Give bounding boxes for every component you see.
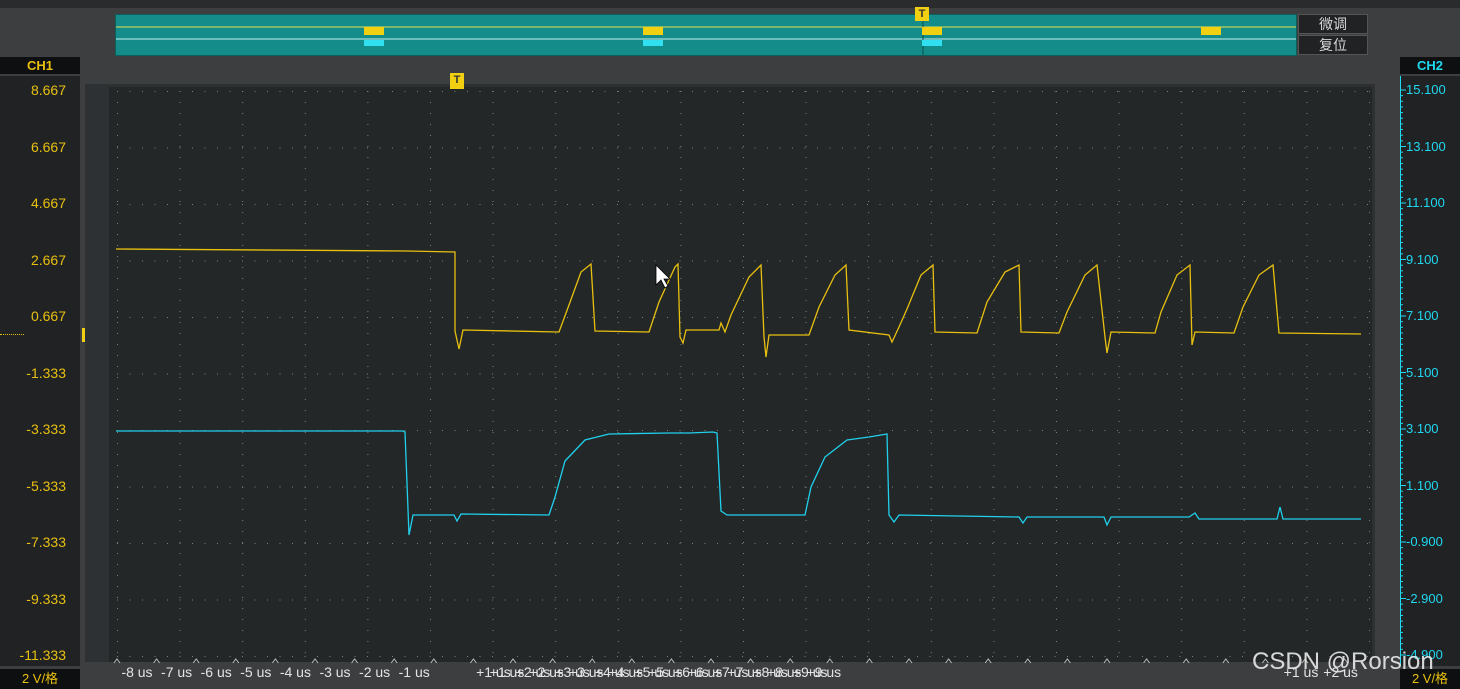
ch1-tick-label: -5.333 — [26, 477, 66, 494]
time-tick-label: +8 us — [766, 664, 802, 680]
waveform-display[interactable] — [109, 87, 1372, 662]
ch1-tick-label: -3.333 — [26, 421, 66, 437]
ch1-tick-label: -11.333 — [19, 647, 66, 663]
time-tick-label: -1 us — [398, 664, 430, 680]
ch1-tick-label: -9.333 — [26, 590, 66, 607]
ch1-tick-label: -1.333 — [26, 364, 66, 381]
top-toolbar — [0, 0, 1460, 8]
ch1-tick-label: 8.667 — [30, 82, 66, 98]
ch2-tick-label: 13.100 — [1406, 138, 1446, 154]
time-tick-label: -5 us — [240, 664, 272, 680]
ch2-tick-label: 11.100 — [1406, 195, 1445, 210]
time-tick-label: -4 us — [279, 664, 311, 680]
time-tick-label: -2 us — [359, 664, 391, 680]
mouse-cursor-icon — [655, 264, 671, 289]
ch2-label[interactable]: CH2 — [1400, 57, 1460, 74]
ch2-tick-label: -0.900 — [1406, 534, 1443, 549]
watermark: CSDN @Rorsion — [1252, 648, 1434, 675]
time-tick-label: +5 us — [648, 664, 683, 680]
ch2-tick-label: 9.100 — [1406, 251, 1439, 267]
ch2-tick-label: 15.100 — [1406, 82, 1446, 97]
ch1-tick-label: -7.333 — [26, 534, 66, 550]
grid — [117, 91, 1370, 657]
reset-button[interactable]: 复位 — [1298, 35, 1368, 55]
time-tick-label: +2 us — [529, 664, 564, 680]
time-tick-label: +4 us — [608, 664, 644, 680]
time-tick-label: +9 us — [806, 664, 842, 680]
waveform-overview[interactable] — [115, 14, 1297, 56]
time-tick-label: +3 us — [568, 664, 604, 680]
ch2-voltage-axis: 15.100 13.100 11.100 9.100 7.100 5.100 3.100 1.… — [1400, 76, 1460, 666]
overview-yellow-blocks — [364, 27, 1221, 35]
ch2-tick-label: -2.900 — [1406, 590, 1443, 606]
ch1-label[interactable]: CH1 — [0, 57, 80, 74]
trigger-position-marker[interactable]: T — [450, 73, 464, 89]
time-tick-label: +6 us — [687, 664, 723, 680]
fine-tune-button[interactable]: 微调 — [1298, 14, 1368, 34]
ch2-tick-label: 1.100 — [1406, 477, 1439, 493]
ch1-tick-label: 6.667 — [30, 138, 66, 155]
ch1-tick-label: 2.667 — [30, 251, 66, 268]
time-tick-label: -8 us — [121, 664, 153, 680]
time-tick-label: -7 us — [161, 664, 193, 680]
ch2-tick-label: 3.100 — [1406, 421, 1439, 436]
time-tick-label: -6 us — [200, 664, 232, 680]
time-axis: -8 us -7 us -6 us -5 us -4 us -3 us -2 us -1 us… — [109, 658, 1372, 689]
overview-cyan-blocks — [364, 40, 942, 46]
overview-trigger-marker[interactable]: T — [915, 7, 929, 21]
ch1-tick-label: 4.667 — [30, 195, 66, 211]
time-tick-label: +1 us — [489, 664, 525, 680]
ch1-voltage-axis: 8.667 6.667 4.667 2.667 0.667 -1.333 -3.333 -5.… — [0, 76, 80, 666]
ch1-waveform — [115, 248, 1362, 358]
ch1-tick-label: 0.667 — [30, 308, 66, 324]
ch2-tick-label: 7.100 — [1406, 308, 1439, 323]
time-tick-label: -3 us — [319, 664, 351, 680]
ch2-tick-label: 5.100 — [1406, 364, 1439, 380]
ch2-waveform — [116, 430, 1361, 536]
time-tick-label: +7 us — [727, 664, 762, 680]
ch1-zero-line — [0, 334, 24, 335]
ch1-scale[interactable]: 2 V/格 — [0, 669, 80, 689]
